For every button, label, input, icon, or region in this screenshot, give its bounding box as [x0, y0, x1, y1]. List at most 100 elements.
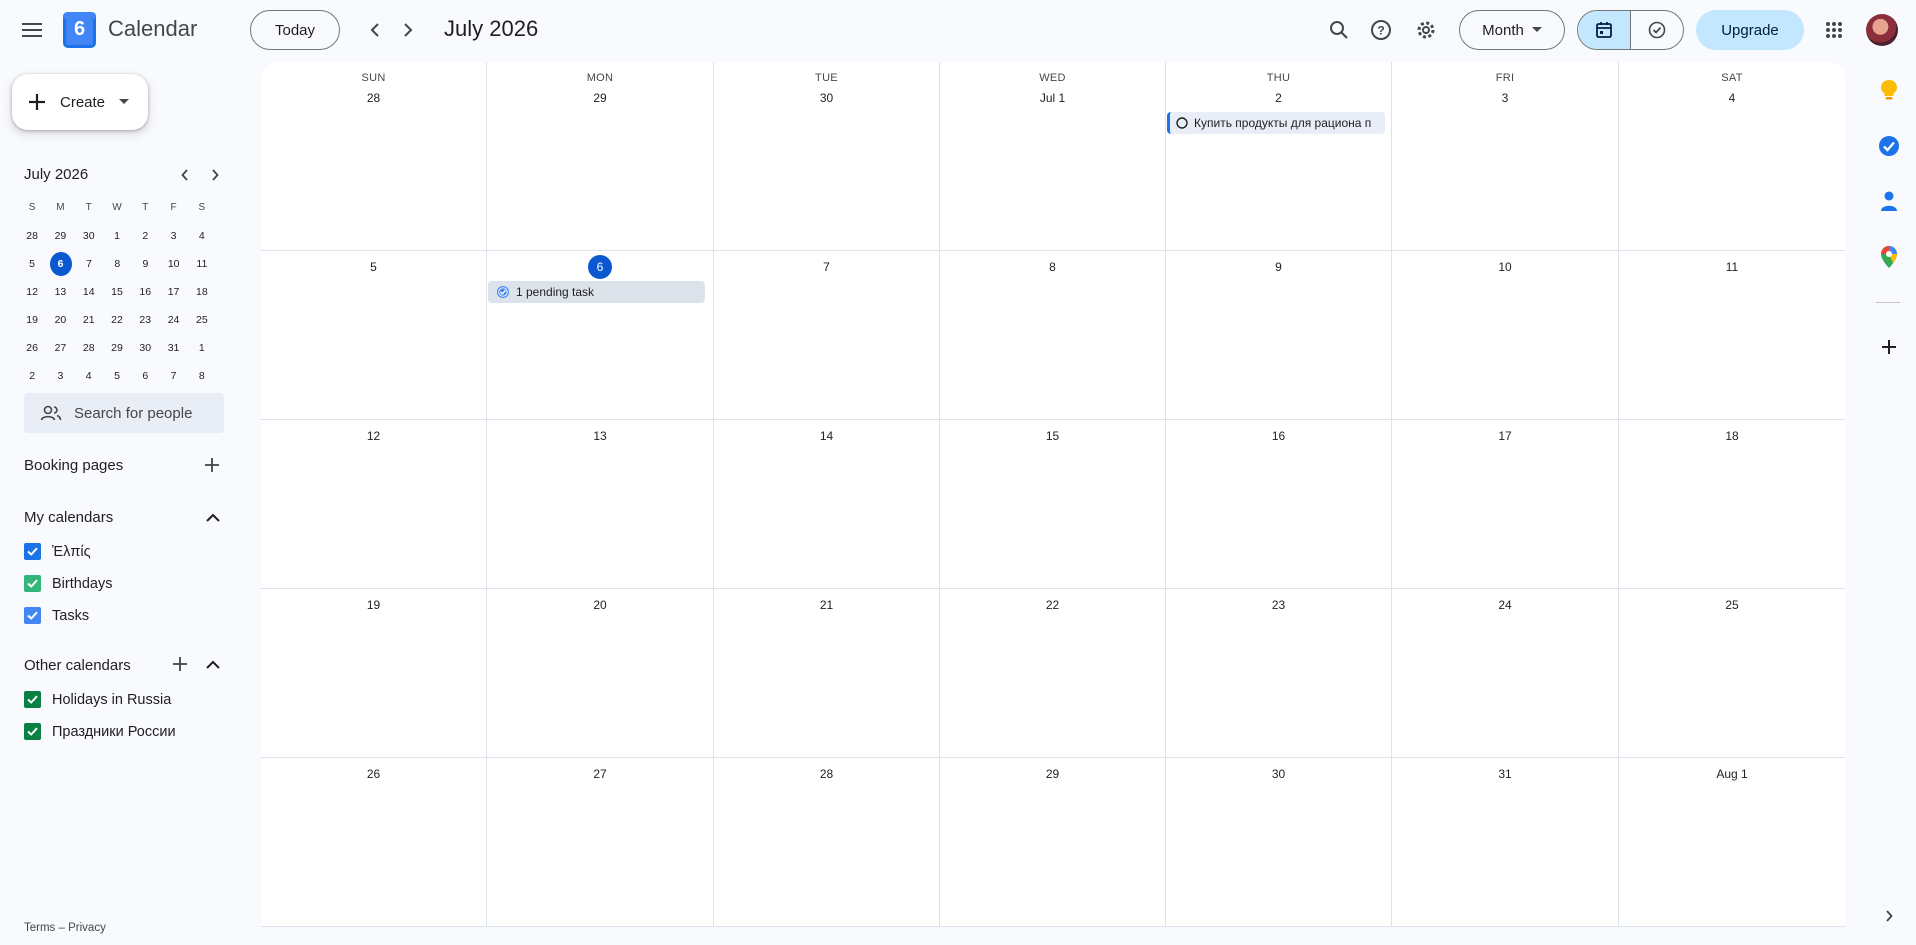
day-cell[interactable]: 17	[1392, 420, 1619, 588]
day-cell[interactable]: SAT 4	[1619, 62, 1845, 250]
mini-calendar-day[interactable]: 7	[159, 364, 187, 388]
day-number-link[interactable]: 19	[362, 593, 386, 617]
previous-period-button[interactable]	[359, 14, 391, 46]
mini-calendar-day[interactable]: 5	[18, 252, 46, 276]
mini-calendar-day[interactable]: 6	[131, 364, 159, 388]
day-number-link[interactable]: 20	[588, 593, 612, 617]
day-number-link[interactable]: 25	[1720, 593, 1744, 617]
add-booking-page-button[interactable]	[198, 451, 226, 479]
day-cell[interactable]: 12	[261, 420, 487, 588]
mini-calendar-day[interactable]: 30	[75, 224, 103, 248]
day-cell[interactable]: 26	[261, 758, 487, 926]
day-cell[interactable]: 22	[940, 589, 1166, 757]
google-apps-button[interactable]	[1816, 12, 1852, 48]
day-number-link[interactable]: 17	[1493, 424, 1517, 448]
day-number-link[interactable]: 29	[1041, 762, 1065, 786]
day-number-link[interactable]: Jul 1	[1038, 86, 1067, 110]
day-number-link[interactable]: 11	[1720, 255, 1744, 279]
next-period-button[interactable]	[392, 14, 424, 46]
today-button[interactable]: Today	[250, 10, 340, 50]
maps-button[interactable]	[1875, 243, 1903, 271]
day-cell[interactable]: 15	[940, 420, 1166, 588]
add-other-calendar-button[interactable]	[166, 650, 194, 678]
keep-button[interactable]	[1875, 76, 1903, 104]
day-number-link[interactable]: 10	[1493, 255, 1517, 279]
day-cell[interactable]: MON 29	[487, 62, 714, 250]
mini-calendar-day[interactable]: 29	[103, 336, 131, 360]
day-number-link[interactable]: 18	[1720, 424, 1744, 448]
day-cell[interactable]: 6	[487, 251, 714, 419]
checkbox-checked[interactable]	[24, 575, 41, 592]
day-cell[interactable]: 13	[487, 420, 714, 588]
tasks-view-toggle[interactable]	[1630, 11, 1683, 49]
day-number-link[interactable]: 16	[1267, 424, 1291, 448]
mini-calendar-day[interactable]: 1	[188, 336, 216, 360]
search-people-input[interactable]: Search for people	[24, 393, 224, 433]
mini-calendar-day[interactable]: 14	[75, 280, 103, 304]
day-number-link[interactable]: 30	[815, 86, 839, 110]
day-number-link[interactable]: 5	[362, 255, 386, 279]
collapse-my-calendars-button[interactable]	[199, 503, 227, 531]
day-number-link[interactable]: 14	[815, 424, 839, 448]
day-number-link[interactable]: 21	[815, 593, 839, 617]
create-button[interactable]: Create	[12, 74, 148, 130]
day-cell[interactable]: 9	[1166, 251, 1392, 419]
mini-calendar-day[interactable]: 22	[103, 308, 131, 332]
checkbox-checked[interactable]	[24, 723, 41, 740]
day-number-link[interactable]: 12	[362, 424, 386, 448]
day-cell[interactable]: TUE 30	[714, 62, 940, 250]
main-menu-button[interactable]	[14, 12, 50, 48]
mini-calendar-day[interactable]: 17	[159, 280, 187, 304]
mini-calendar-day[interactable]: 24	[159, 308, 187, 332]
mini-calendar-day[interactable]: 3	[159, 224, 187, 248]
day-number-link[interactable]: Aug 1	[1714, 762, 1749, 786]
day-cell[interactable]: 29	[940, 758, 1166, 926]
day-number-link[interactable]: 24	[1493, 593, 1517, 617]
checkbox-checked[interactable]	[24, 543, 41, 560]
day-cell[interactable]: 27	[487, 758, 714, 926]
mini-calendar-day[interactable]: 27	[46, 336, 74, 360]
day-cell[interactable]: 10	[1392, 251, 1619, 419]
mini-calendar-day[interactable]: 20	[46, 308, 74, 332]
terms-link[interactable]: Terms	[24, 922, 55, 934]
collapse-other-calendars-button[interactable]	[199, 650, 227, 678]
mini-calendar-day[interactable]: 21	[75, 308, 103, 332]
mini-calendar-day[interactable]: 29	[46, 224, 74, 248]
day-number-link[interactable]: 27	[588, 762, 612, 786]
calendar-item[interactable]: Праздники России	[24, 723, 176, 740]
day-cell[interactable]: 28	[714, 758, 940, 926]
day-number-link[interactable]: 22	[1041, 593, 1065, 617]
day-number-link[interactable]: 31	[1493, 762, 1517, 786]
mini-calendar-day[interactable]: 12	[18, 280, 46, 304]
mini-calendar-day[interactable]: 3	[46, 364, 74, 388]
calendar-item[interactable]: Tasks	[24, 607, 89, 624]
account-avatar[interactable]	[1866, 14, 1898, 46]
day-number-link[interactable]: 29	[588, 86, 612, 110]
day-number-link[interactable]: 8	[1041, 255, 1065, 279]
mini-calendar-day[interactable]: 5	[103, 364, 131, 388]
day-cell[interactable]: 11	[1619, 251, 1845, 419]
day-cell[interactable]: 21	[714, 589, 940, 757]
day-cell[interactable]: 25	[1619, 589, 1845, 757]
day-cell[interactable]: 20	[487, 589, 714, 757]
other-calendars-heading[interactable]: Other calendars	[24, 657, 131, 674]
mini-calendar-day[interactable]: 4	[75, 364, 103, 388]
checkbox-checked[interactable]	[24, 691, 41, 708]
get-addons-button[interactable]	[1875, 333, 1903, 361]
mini-calendar-day[interactable]: 4	[188, 224, 216, 248]
mini-calendar-day[interactable]: 28	[18, 224, 46, 248]
day-cell[interactable]: 18	[1619, 420, 1845, 588]
day-number-link[interactable]: 2	[1267, 86, 1291, 110]
mini-calendar-day[interactable]: 30	[131, 336, 159, 360]
day-cell[interactable]: SUN 28	[261, 62, 487, 250]
day-number-link[interactable]: 6	[588, 255, 612, 279]
day-cell[interactable]: 16	[1166, 420, 1392, 588]
mini-calendar-day[interactable]: 18	[188, 280, 216, 304]
day-number-link[interactable]: 15	[1041, 424, 1065, 448]
day-cell[interactable]: 7	[714, 251, 940, 419]
calendar-item[interactable]: Birthdays	[24, 575, 112, 592]
day-number-link[interactable]: 7	[815, 255, 839, 279]
day-cell[interactable]: FRI 3	[1392, 62, 1619, 250]
settings-button[interactable]	[1408, 12, 1444, 48]
mini-calendar-day[interactable]: 2	[18, 364, 46, 388]
